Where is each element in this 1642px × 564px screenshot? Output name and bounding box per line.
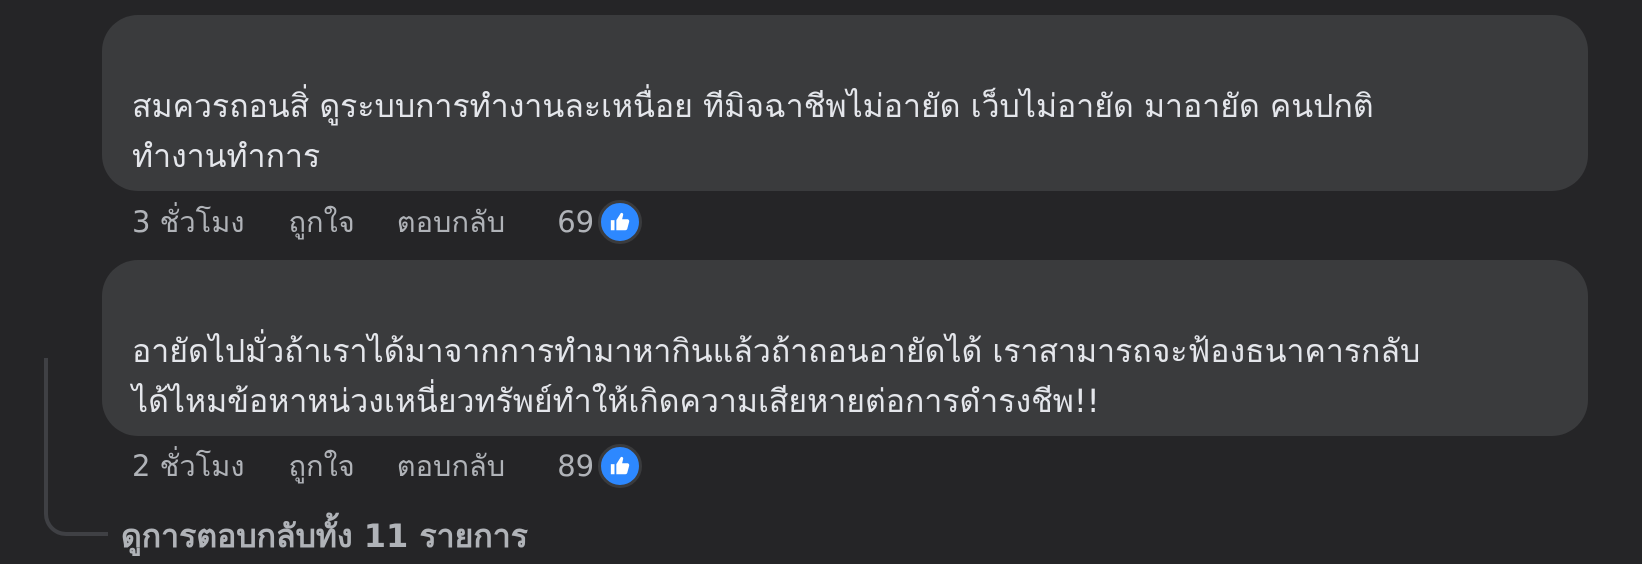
reaction-count: 69 (557, 205, 595, 239)
thumbs-up-icon (598, 444, 643, 488)
comment-timestamp[interactable]: 3 ชั่วโมง (132, 199, 245, 245)
reply-thread-line (44, 358, 108, 536)
comment-text: สมควรถอนสิ่ ดูระบบการทำงานละเหนื่อย ทีมิ… (132, 87, 1374, 175)
comment-actions: 3 ชั่วโมง ถูกใจ ตอบกลับ 69 (132, 199, 643, 245)
reply-button[interactable]: ตอบกลับ (397, 199, 505, 245)
reply-button[interactable]: ตอบกลับ (397, 443, 505, 489)
view-all-replies-link[interactable]: ดูการตอบกลับทั้ง 11 รายการ (121, 514, 528, 558)
comment-timestamp[interactable]: 2 ชั่วโมง (132, 443, 245, 489)
thumbs-up-icon (598, 200, 643, 244)
reaction-summary[interactable]: 69 (557, 200, 643, 244)
comment-actions: 2 ชั่วโมง ถูกใจ ตอบกลับ 89 (132, 443, 643, 489)
like-button[interactable]: ถูกใจ (289, 199, 355, 245)
like-button[interactable]: ถูกใจ (289, 443, 355, 489)
comment-text: อายัดไปมั่วถ้าเราได้มาจากการทำมาหากินแล้… (132, 332, 1421, 420)
reaction-count: 89 (557, 449, 595, 483)
reaction-summary[interactable]: 89 (557, 444, 643, 488)
